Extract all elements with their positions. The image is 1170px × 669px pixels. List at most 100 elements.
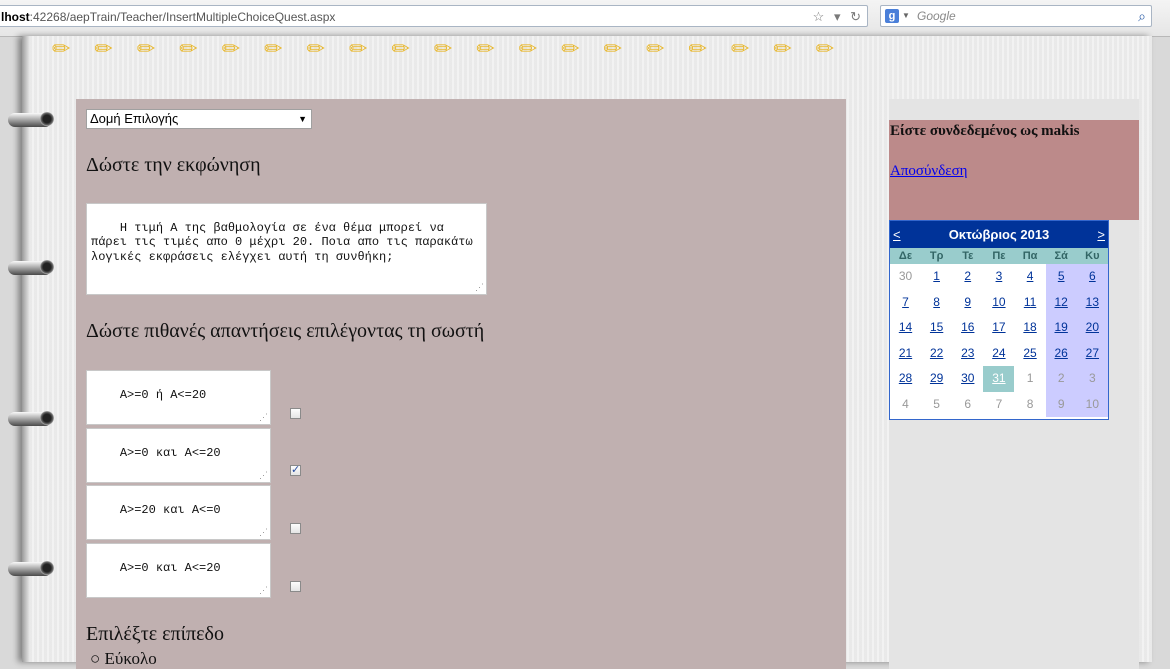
resize-grip-icon[interactable]: ⋰ [475, 284, 484, 293]
calendar-day[interactable]: 8 [921, 290, 952, 316]
calendar-day-label: 13 [1085, 294, 1099, 309]
calendar-day[interactable]: 3 [1076, 366, 1108, 392]
calendar-day[interactable]: 30 [952, 366, 983, 392]
logout-link[interactable]: Αποσύνδεση [890, 163, 968, 180]
calendar-day[interactable]: 7 [983, 392, 1014, 418]
calendar-day-label: 10 [1085, 396, 1099, 411]
search-input[interactable]: Google [917, 6, 956, 26]
prev-month-link[interactable]: < [893, 221, 901, 248]
calendar-day[interactable]: 14 [890, 315, 921, 341]
address-bar[interactable]: lhost:42268/aepTrain/Teacher/InsertMulti… [0, 5, 868, 27]
calendar-day[interactable]: 20 [1076, 315, 1108, 341]
radio-icon[interactable]: ○ [90, 649, 100, 668]
calendar: Οκτώβριος 2013 < > Δε Τρ Τε Πε Πα Σά Κυ 30 1 2 3 4… [889, 220, 1109, 420]
calendar-day[interactable]: 6 [1076, 264, 1108, 290]
calendar-day[interactable]: 24 [983, 341, 1014, 367]
calendar-day[interactable]: 5 [1045, 264, 1077, 290]
calendar-day[interactable]: 9 [952, 290, 983, 316]
calendar-day[interactable]: 15 [921, 315, 952, 341]
correct-checkbox[interactable] [290, 581, 301, 592]
calendar-day[interactable]: 5 [921, 392, 952, 418]
calendar-weekday-label: Πε [992, 250, 1006, 262]
calendar-day[interactable]: 18 [1015, 315, 1046, 341]
calendar-day[interactable]: 17 [983, 315, 1014, 341]
dropdown-arrow-icon[interactable]: ▼ [298, 110, 307, 128]
calendar-day-label: 5 [933, 396, 940, 411]
calendar-day[interactable]: 22 [921, 341, 952, 367]
calendar-day-label: 10 [992, 294, 1006, 309]
correct-checkbox[interactable] [290, 408, 301, 419]
calendar-day[interactable]: 10 [983, 290, 1014, 316]
resize-grip-icon[interactable]: ⋰ [259, 587, 268, 596]
reload-icon[interactable]: ↻ [850, 9, 861, 24]
history-dropdown-icon[interactable]: ▾ [834, 9, 841, 24]
binder-ring-icon [8, 561, 54, 576]
calendar-day-label: 26 [1054, 345, 1068, 360]
engine-dropdown-icon[interactable]: ▼ [902, 6, 910, 26]
calendar-day-label: 2 [964, 269, 972, 283]
binder-ring-icon [8, 112, 54, 127]
question-type-select[interactable]: Δομή Επιλογής ▼ [86, 109, 312, 129]
answer-textarea[interactable]: Α>=20 και Α<=0 ⋰ [86, 485, 271, 540]
calendar-day[interactable]: 30 [890, 264, 921, 290]
calendar-day[interactable]: 8 [1015, 392, 1046, 418]
answer-textarea[interactable]: Α>=0 και Α<=20 ⋰ [86, 543, 271, 598]
calendar-day[interactable]: 2 [1045, 366, 1077, 392]
bookmark-star-icon[interactable]: ☆ [813, 9, 825, 24]
resize-grip-icon[interactable]: ⋰ [259, 529, 268, 538]
level-option[interactable]: ○ Εύκολο [90, 649, 157, 669]
calendar-day[interactable]: 2 [952, 264, 983, 290]
calendar-day[interactable]: 23 [952, 341, 983, 367]
calendar-day-label: 3 [995, 269, 1003, 283]
search-box[interactable]: g ▼ Google ⌕ [880, 5, 1152, 27]
resize-grip-icon[interactable]: ⋰ [259, 472, 268, 481]
calendar-day[interactable]: 25 [1015, 341, 1046, 367]
calendar-day-label: 3 [1088, 371, 1096, 385]
calendar-day-label: 7 [902, 294, 909, 309]
calendar-day[interactable]: 7 [890, 290, 921, 316]
calendar-day[interactable]: 29 [921, 366, 952, 392]
answer-textarea[interactable]: Α>=0 και Α<=20 ⋰ [86, 428, 271, 483]
calendar-day[interactable]: 4 [890, 392, 921, 418]
correct-checkbox[interactable]: ✓ [290, 465, 301, 476]
calendar-day-label: 21 [898, 345, 913, 360]
calendar-day[interactable]: 12 [1045, 289, 1077, 315]
calendar-day[interactable]: 21 [890, 341, 921, 367]
calendar-day[interactable]: 16 [952, 315, 983, 341]
logged-in-label: Είστε συνδεδεμένος ως makis [890, 123, 1080, 139]
search-icon[interactable]: ⌕ [1138, 6, 1146, 26]
calendar-day[interactable]: 27 [1076, 340, 1108, 366]
answer-textarea[interactable]: Α>=0 ή Α<=20 ⋰ [86, 370, 271, 425]
calendar-day[interactable]: 6 [952, 392, 983, 418]
calendar-day[interactable]: 26 [1045, 340, 1077, 366]
next-month-link[interactable]: > [1097, 221, 1105, 248]
calendar-day[interactable]: 10 [1076, 391, 1108, 417]
calendar-day[interactable]: 3 [983, 264, 1014, 290]
answer-text: Α>=0 και Α<=20 [119, 445, 221, 460]
calendar-day[interactable]: 1 [921, 264, 952, 290]
calendar-day-label: 7 [995, 396, 1003, 411]
calendar-day-label: 9 [964, 294, 972, 309]
calendar-day[interactable]: 19 [1045, 315, 1077, 341]
calendar-day-label: 16 [961, 320, 975, 334]
calendar-day[interactable]: 1 [1015, 366, 1046, 392]
calendar-day[interactable]: 4 [1015, 264, 1046, 290]
google-engine-icon[interactable]: g [885, 9, 899, 23]
prompt-heading: Δώστε την εκφώνηση [86, 154, 261, 176]
question-textarea[interactable]: Η τιμή Α της βαθμολογία σε ένα θέμα μπορ… [86, 203, 487, 295]
calendar-day[interactable]: 31 [983, 366, 1015, 392]
calendar-day[interactable]: 13 [1076, 289, 1108, 315]
calendar-day[interactable]: 28 [890, 366, 921, 392]
question-form: Δομή Επιλογής ▼ Δώστε την εκφώνηση Η τιμ… [76, 99, 846, 669]
calendar-day[interactable]: 11 [1015, 290, 1046, 316]
calendar-day-label: 22 [929, 345, 944, 360]
calendar-day-label: 19 [1054, 320, 1068, 334]
correct-checkbox[interactable] [290, 523, 301, 534]
answer-text: Α>=0 και Α<=20 [119, 560, 221, 575]
calendar-day-label: 6 [1088, 269, 1096, 283]
calendar-day-label: 27 [1085, 345, 1099, 360]
calendar-day-label: 30 [961, 371, 975, 385]
calendar-day[interactable]: 9 [1045, 391, 1077, 417]
resize-grip-icon[interactable]: ⋰ [259, 414, 268, 423]
calendar-day-label: 6 [964, 396, 972, 411]
